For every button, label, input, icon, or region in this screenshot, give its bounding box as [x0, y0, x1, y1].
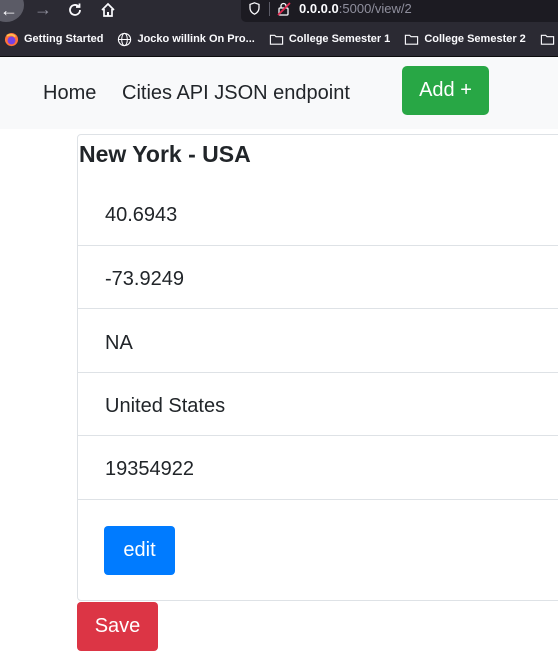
bookmark-label: College Semester 2 [424, 33, 526, 45]
url-bar[interactable]: 0.0.0.0:5000/view/2 [241, 0, 558, 22]
firefox-icon [4, 32, 19, 46]
region-value: NA [105, 332, 133, 354]
home-icon[interactable] [96, 0, 120, 22]
back-arrow-icon[interactable]: ← [0, 0, 24, 22]
save-button[interactable]: Save [77, 602, 158, 651]
site-navbar: Home Cities API JSON endpoint Add + [0, 57, 558, 129]
bookmark-label: College Semester 1 [288, 33, 391, 45]
city-title: New York - USA [79, 141, 251, 167]
globe-icon [118, 32, 132, 46]
url-host: 0.0.0.0 [299, 1, 339, 16]
folder-icon [540, 34, 554, 45]
add-city-button[interactable]: Add + [402, 66, 489, 115]
bookmark-label: Getting Started [24, 33, 104, 45]
bookmark-college-semester-2[interactable]: College Semester 2 [404, 32, 526, 47]
url-path: :5000/view/2 [338, 1, 412, 16]
field-row-population: 19354922 [78, 436, 558, 500]
browser-toolbar: ← → 0.0.0.0:5000/view/2 [0, 0, 558, 22]
field-row-longitude: -73.9249 [78, 246, 558, 309]
field-row-country: United States [78, 373, 558, 436]
folder-icon [405, 34, 419, 45]
nav-cities-api-link[interactable]: Cities API JSON endpoint [122, 81, 350, 105]
folder-icon [269, 34, 283, 45]
country-value: United States [105, 395, 226, 417]
bookmark-label: Jocko willink On Pro... [137, 33, 255, 45]
bookmarks-bar: Getting Started Jocko willink On Pro... … [0, 22, 558, 57]
shield-icon[interactable] [249, 2, 260, 15]
field-row-latitude: 40.6943 [78, 183, 558, 246]
bookmark-jocko[interactable]: Jocko willink On Pro... [117, 32, 255, 47]
edit-button[interactable]: edit [104, 526, 175, 575]
bookmark-getting-started[interactable]: Getting Started [4, 32, 103, 47]
bookmark-co[interactable]: co [540, 32, 558, 47]
city-card: New York - USA 40.6943 -73.9249 NA Unite… [77, 134, 558, 601]
population-value: 19354922 [105, 458, 194, 480]
reload-icon[interactable] [64, 0, 86, 22]
url-text[interactable]: 0.0.0.0:5000/view/2 [299, 2, 412, 16]
insecure-lock-icon[interactable] [277, 2, 291, 16]
url-separator [269, 2, 270, 16]
forward-arrow-icon[interactable]: → [32, 0, 54, 22]
nav-home-link[interactable]: Home [43, 81, 96, 105]
bookmark-college-semester-1[interactable]: College Semester 1 [269, 32, 391, 47]
longitude-value: -73.9249 [105, 268, 184, 290]
latitude-value: 40.6943 [105, 204, 178, 226]
field-row-region: NA [78, 309, 558, 373]
